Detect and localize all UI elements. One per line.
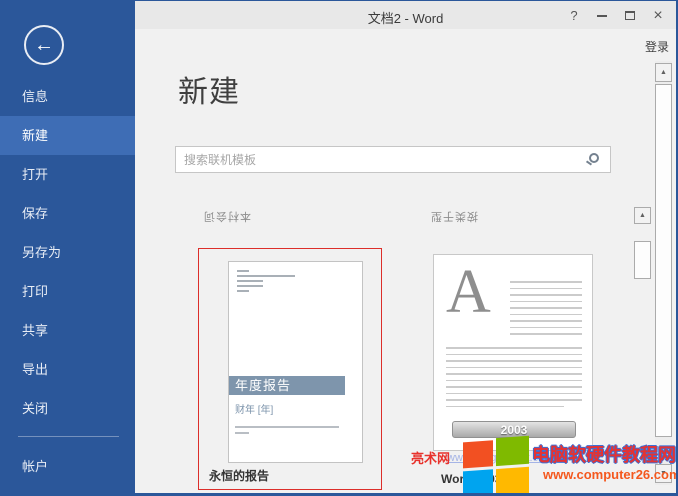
- red-highlight-annotation: [198, 248, 382, 490]
- placeholder-line: [446, 347, 582, 349]
- placeholder-line: [446, 354, 582, 356]
- sidebar-item-account[interactable]: 帐户: [0, 451, 135, 483]
- close-icon[interactable]: ×: [644, 5, 672, 26]
- back-arrow-icon: ←: [34, 34, 54, 57]
- template-2003-badge: 2003: [452, 421, 576, 438]
- sidebar-item-export[interactable]: 导出: [0, 350, 135, 389]
- placeholder-line: [510, 320, 582, 322]
- sidebar-item-share[interactable]: 共享: [0, 311, 135, 350]
- placeholder-text-lines: [446, 347, 582, 412]
- help-icon[interactable]: ?: [560, 5, 588, 26]
- watermark-computer26: 电脑软硬件教程网: [532, 441, 676, 467]
- garbled-label-right: 按类于型: [430, 209, 478, 225]
- search-input[interactable]: [176, 147, 610, 172]
- back-button[interactable]: ←: [24, 25, 64, 65]
- placeholder-line: [510, 327, 582, 329]
- placeholder-line: [446, 367, 582, 369]
- placeholder-line: [510, 307, 582, 309]
- placeholder-line: [446, 393, 582, 395]
- placeholder-line: [510, 288, 582, 290]
- gallery-scrollbar-thumb[interactable]: [634, 241, 651, 279]
- sidebar-item-new[interactable]: 新建: [0, 116, 135, 155]
- template-thumbnail-word2003[interactable]: A 2003: [433, 254, 593, 451]
- sign-in-link[interactable]: 登录: [645, 38, 669, 55]
- windows-logo-icon: [463, 436, 531, 496]
- minimize-icon[interactable]: [588, 5, 616, 26]
- logo-square-yellow: [496, 467, 529, 496]
- scroll-up-icon[interactable]: ▲: [655, 63, 672, 82]
- backstage-sidebar: ← 信息新建打开保存另存为打印共享导出关闭 帐户: [0, 1, 135, 493]
- sidebar-item-save[interactable]: 保存: [0, 194, 135, 233]
- logo-square-orange: [463, 440, 493, 468]
- scrollbar-thumb[interactable]: [655, 84, 672, 437]
- placeholder-line: [446, 406, 564, 408]
- page-title: 新建: [178, 67, 240, 111]
- placeholder-line: [510, 301, 582, 303]
- sidebar-item-open[interactable]: 打开: [0, 155, 135, 194]
- placeholder-line: [510, 294, 582, 296]
- maximize-icon[interactable]: [616, 5, 644, 26]
- sidebar-item-info[interactable]: 信息: [0, 77, 135, 116]
- sidebar-divider: [18, 436, 119, 437]
- placeholder-line: [446, 373, 582, 375]
- placeholder-line: [510, 333, 582, 335]
- placeholder-line: [446, 360, 582, 362]
- search-icon[interactable]: [589, 153, 599, 163]
- placeholder-line: [446, 386, 582, 388]
- watermark-liangshunet: 亮术网: [411, 448, 450, 467]
- placeholder-line: [510, 281, 582, 283]
- window-controls: ? ×: [560, 5, 672, 26]
- word-backstage-window: 文档2 - Word ? × 登录 ← 信息新建打开保存另存为打印共享导出关闭 …: [0, 0, 678, 496]
- watermark-computer26-url: www.computer26.com: [543, 467, 678, 482]
- logo-square-blue: [463, 469, 493, 496]
- template-search-box: [175, 146, 611, 173]
- sidebar-menu: 信息新建打开保存另存为打印共享导出关闭: [0, 77, 135, 428]
- vertical-scrollbar[interactable]: ▲ ▼: [655, 61, 672, 485]
- drop-cap-letter: A: [446, 261, 491, 323]
- template-name-annual-report[interactable]: 永恒的报告: [209, 467, 269, 484]
- gallery-scroll-up-icon[interactable]: ▲: [634, 207, 651, 224]
- logo-square-green: [496, 436, 529, 466]
- sidebar-item-print[interactable]: 打印: [0, 272, 135, 311]
- sidebar-item-close[interactable]: 关闭: [0, 389, 135, 428]
- placeholder-line: [446, 399, 582, 401]
- placeholder-line: [510, 314, 582, 316]
- garbled-label-left: 本村会词: [203, 209, 251, 225]
- sidebar-item-save-as[interactable]: 另存为: [0, 233, 135, 272]
- placeholder-line: [446, 380, 582, 382]
- placeholder-text-lines: [510, 281, 582, 340]
